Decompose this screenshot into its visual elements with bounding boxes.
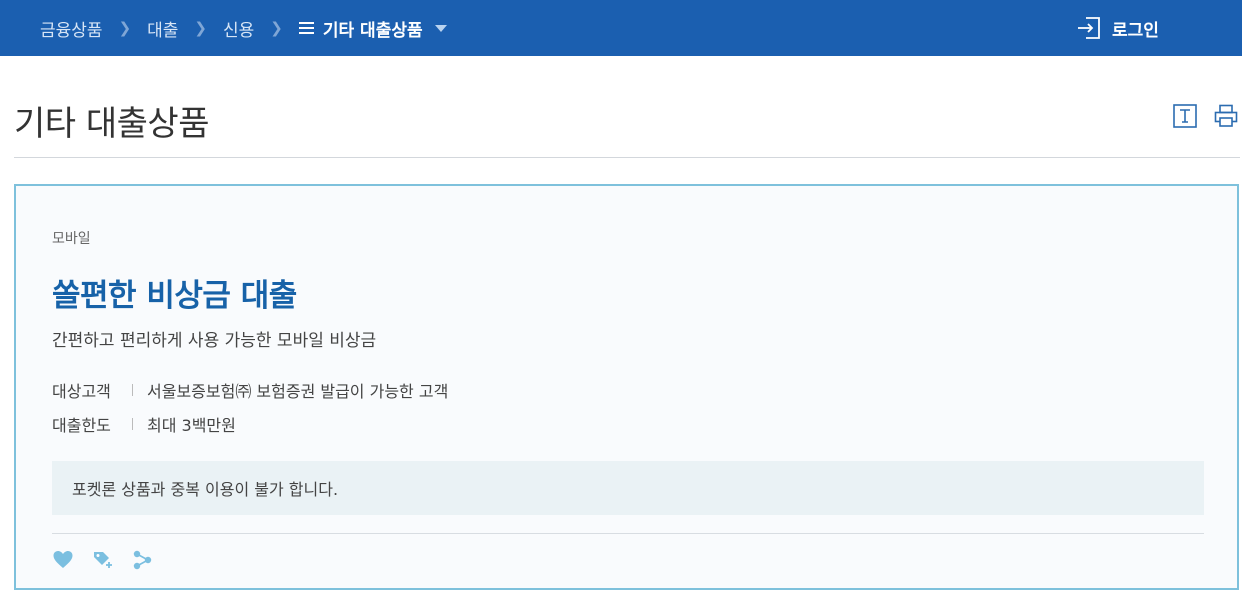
caret-down-icon — [434, 24, 447, 32]
info-value: 서울보증보험㈜ 보험증권 발급이 가능한 고객 — [147, 382, 449, 401]
top-nav-bar: 금융상품 ❯ 대출 ❯ 신용 ❯ 기타 대출상품 로그인 — [0, 0, 1242, 56]
login-icon — [1078, 17, 1100, 39]
chevron-right-icon: ❯ — [194, 19, 207, 37]
info-divider — [132, 384, 133, 396]
breadcrumb-item-financial-products[interactable]: 금융상품 — [40, 16, 103, 41]
product-description: 간편하고 편리하게 사용 가능한 모바일 비상금 — [52, 331, 377, 351]
chevron-right-icon: ❯ — [270, 19, 283, 37]
product-actions — [52, 549, 172, 571]
chevron-right-icon: ❯ — [118, 19, 132, 37]
page-title: 기타 대출상품 — [14, 104, 210, 144]
add-tag-button[interactable] — [92, 549, 114, 571]
product-category: 모바일 — [52, 231, 91, 247]
info-label: 대출한도 — [52, 416, 111, 435]
font-size-icon — [1173, 104, 1197, 128]
breadcrumb-item-loan[interactable]: 대출 — [147, 16, 178, 41]
breadcrumb-current-dropdown[interactable]: 기타 대출상품 — [298, 16, 447, 41]
notice-box: 포켓론 상품과 중복 이용이 불가 합니다. — [52, 461, 1204, 515]
print-button[interactable] — [1214, 104, 1238, 128]
heart-icon — [53, 551, 73, 568]
card-divider — [52, 533, 1204, 534]
tag-add-icon — [94, 552, 112, 568]
share-icon — [133, 550, 152, 570]
title-divider — [14, 157, 1240, 158]
login-label: 로그인 — [1112, 20, 1159, 41]
breadcrumb-item-credit[interactable]: 신용 — [223, 16, 254, 41]
info-row-target-customer: 대상고객 서울보증보험㈜ 보험증권 발급이 가능한 고객 — [52, 378, 448, 402]
info-row-loan-limit: 대출한도 최대 3백만원 — [52, 412, 236, 436]
product-name-link[interactable]: 쏠편한 비상금 대출 — [52, 270, 297, 315]
breadcrumb: 금융상품 ❯ 대출 ❯ 신용 ❯ 기타 대출상품 — [40, 0, 447, 56]
product-card: 모바일 쏠편한 비상금 대출 간편하고 편리하게 사용 가능한 모바일 비상금 … — [14, 184, 1239, 590]
breadcrumb-current-label: 기타 대출상품 — [322, 20, 423, 41]
menu-icon — [298, 22, 314, 34]
info-value: 최대 3백만원 — [147, 416, 236, 435]
favorite-button[interactable] — [52, 549, 74, 571]
info-label: 대상고객 — [52, 382, 111, 401]
login-button[interactable]: 로그인 — [1076, 15, 1159, 41]
print-icon — [1214, 104, 1238, 127]
info-divider — [132, 418, 133, 430]
share-button[interactable] — [132, 549, 154, 571]
font-size-button[interactable] — [1173, 104, 1197, 128]
